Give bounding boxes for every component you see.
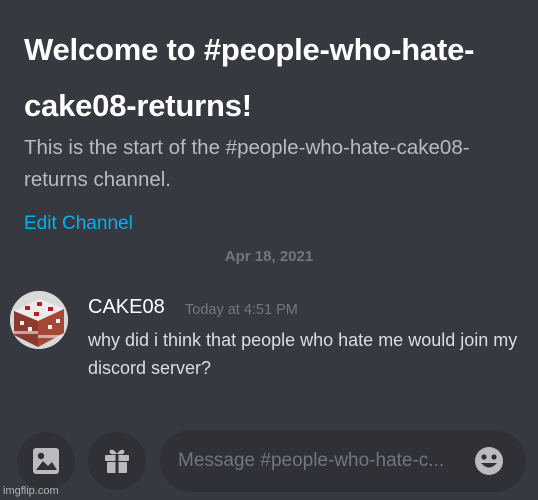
message-timestamp: Today at 4:51 PM [185,302,298,318]
upload-image-button[interactable] [17,432,75,490]
welcome-subtitle: This is the start of the #people-who-hat… [24,136,470,191]
emoji-button[interactable] [473,445,505,477]
avatar[interactable] [10,291,68,349]
message-author[interactable]: CAKE08 [88,294,165,320]
imgflip-watermark: imgflip.com [3,485,59,497]
gift-button[interactable] [88,432,146,490]
channel-view: Welcome to #people-who-hate-cake08-retur… [0,0,538,500]
message-text: why did i think that people who hate me … [88,330,518,378]
edit-channel-link[interactable]: Edit Channel [24,211,133,237]
welcome-title: Welcome to #people-who-hate-cake08-retur… [24,32,475,123]
date-divider: Apr 18, 2021 [224,248,314,265]
image-icon [33,448,59,474]
message-input[interactable]: Message #people-who-hate-c... [160,430,526,492]
message-input-placeholder: Message #people-who-hate-c... [178,450,445,471]
gift-icon [105,449,129,473]
cake-avatar-icon [10,291,68,349]
emoji-icon [475,447,503,475]
